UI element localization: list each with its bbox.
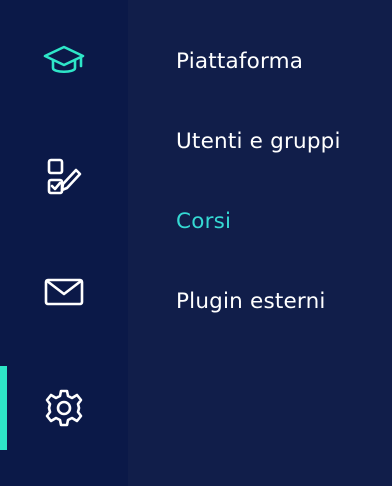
nav-settings-item[interactable] [0, 365, 128, 451]
menu-item-piattaforma[interactable]: Piattaforma [176, 48, 303, 76]
settings-menu: Piattaforma Utenti e gruppi Corsi Plugin… [128, 0, 392, 486]
nav-messages-item[interactable] [0, 249, 128, 335]
icon-sidebar [0, 0, 128, 486]
checklist-edit-icon [47, 158, 82, 195]
graduation-cap-icon [43, 45, 85, 74]
nav-tasks-item[interactable] [0, 134, 128, 220]
nav-courses-item[interactable] [0, 18, 128, 104]
menu-item-plugin-esterni[interactable]: Plugin esterni [176, 288, 326, 316]
gear-icon [45, 389, 83, 427]
menu-item-utenti-e-gruppi[interactable]: Utenti e gruppi [176, 128, 341, 156]
mail-icon [44, 278, 84, 306]
menu-item-corsi[interactable]: Corsi [176, 208, 231, 236]
